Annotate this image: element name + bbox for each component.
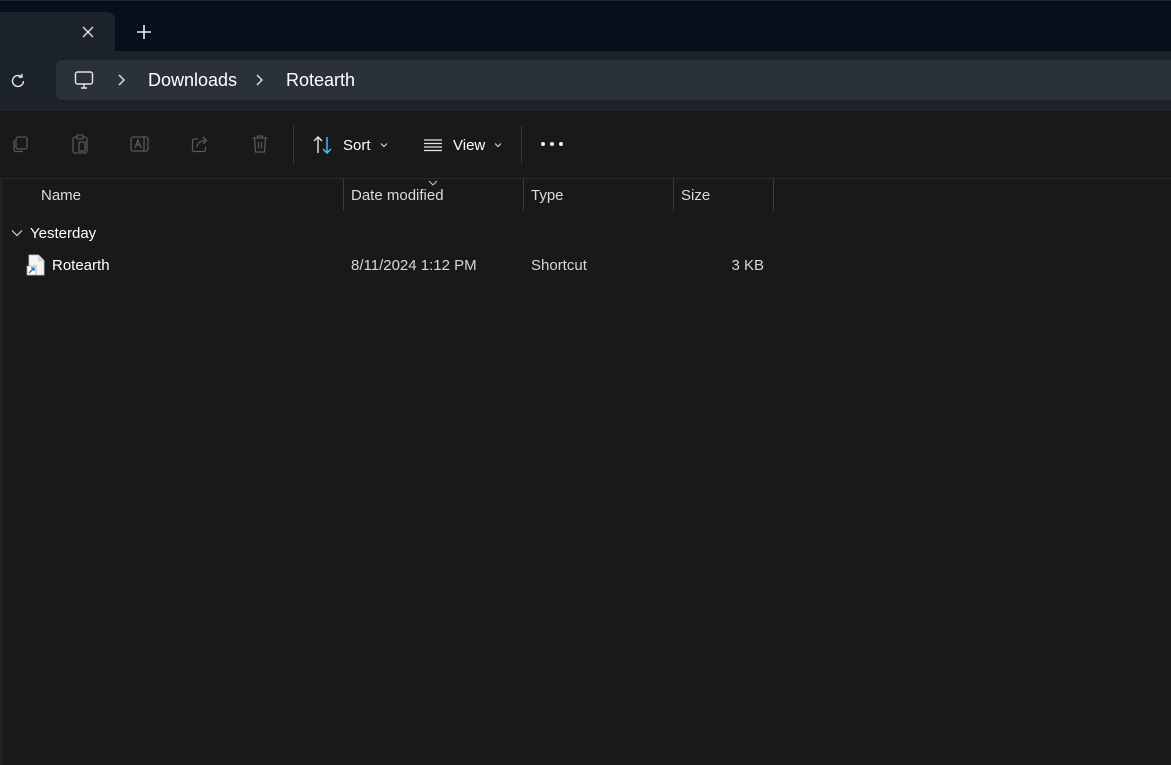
chevron-down-icon — [494, 143, 502, 148]
paste-icon[interactable] — [68, 132, 92, 156]
shortcut-file-icon — [26, 254, 45, 276]
plus-icon[interactable] — [133, 21, 155, 43]
breadcrumb-downloads[interactable]: Downloads — [148, 69, 237, 91]
list-item[interactable]: Rotearth 8/11/2024 1:12 PM Shortcut 3 KB — [0, 252, 775, 280]
address-bar[interactable]: Downloads Rotearth — [56, 60, 1171, 100]
chevron-down-icon — [380, 143, 387, 148]
sort-button[interactable]: Sort — [312, 130, 389, 160]
column-header-date-modified[interactable]: Date modified — [351, 179, 521, 211]
breadcrumb-chevron-icon[interactable] — [253, 72, 267, 88]
file-size: 3 KB — [731, 257, 764, 274]
address-row: Downloads Rotearth — [0, 51, 1171, 110]
column-header-name[interactable]: Name — [41, 179, 341, 211]
breadcrumb-rotearth[interactable]: Rotearth — [286, 69, 355, 91]
column-headers: Name Date modified Type Size — [0, 179, 1171, 211]
file-type: Shortcut — [531, 257, 587, 274]
sort-icon — [313, 136, 332, 154]
this-pc-icon[interactable] — [73, 69, 95, 91]
column-divider[interactable] — [523, 179, 524, 211]
toolbar-divider — [521, 126, 522, 164]
file-explorer-window: Downloads Rotearth Sort View Name Date m… — [0, 0, 1171, 765]
refresh-icon[interactable] — [6, 69, 30, 93]
column-divider[interactable] — [343, 179, 344, 211]
more-options-icon[interactable] — [540, 132, 564, 156]
view-button[interactable]: View — [422, 130, 503, 160]
column-header-size[interactable]: Size — [681, 179, 771, 211]
sort-label: Sort — [343, 136, 371, 154]
view-list-icon — [424, 139, 442, 152]
column-header-type[interactable]: Type — [531, 179, 671, 211]
file-date-modified: 8/11/2024 1:12 PM — [351, 257, 477, 274]
toolbar-divider — [293, 126, 294, 164]
breadcrumb-chevron-icon[interactable] — [115, 72, 129, 88]
column-divider[interactable] — [673, 179, 674, 211]
copy-icon[interactable] — [8, 132, 32, 156]
view-label: View — [453, 136, 486, 154]
active-tab[interactable] — [0, 12, 115, 52]
rename-icon[interactable] — [128, 132, 152, 156]
column-divider[interactable] — [773, 179, 774, 211]
close-icon[interactable] — [78, 22, 98, 42]
group-header-yesterday[interactable]: Yesterday — [10, 222, 96, 244]
group-label: Yesterday — [30, 224, 97, 242]
file-name: Rotearth — [52, 257, 110, 274]
share-icon[interactable] — [188, 132, 212, 156]
command-bar: Sort View — [0, 110, 1171, 179]
chevron-down-icon — [11, 230, 23, 237]
tab-strip — [0, 0, 1171, 52]
delete-icon[interactable] — [248, 132, 272, 156]
